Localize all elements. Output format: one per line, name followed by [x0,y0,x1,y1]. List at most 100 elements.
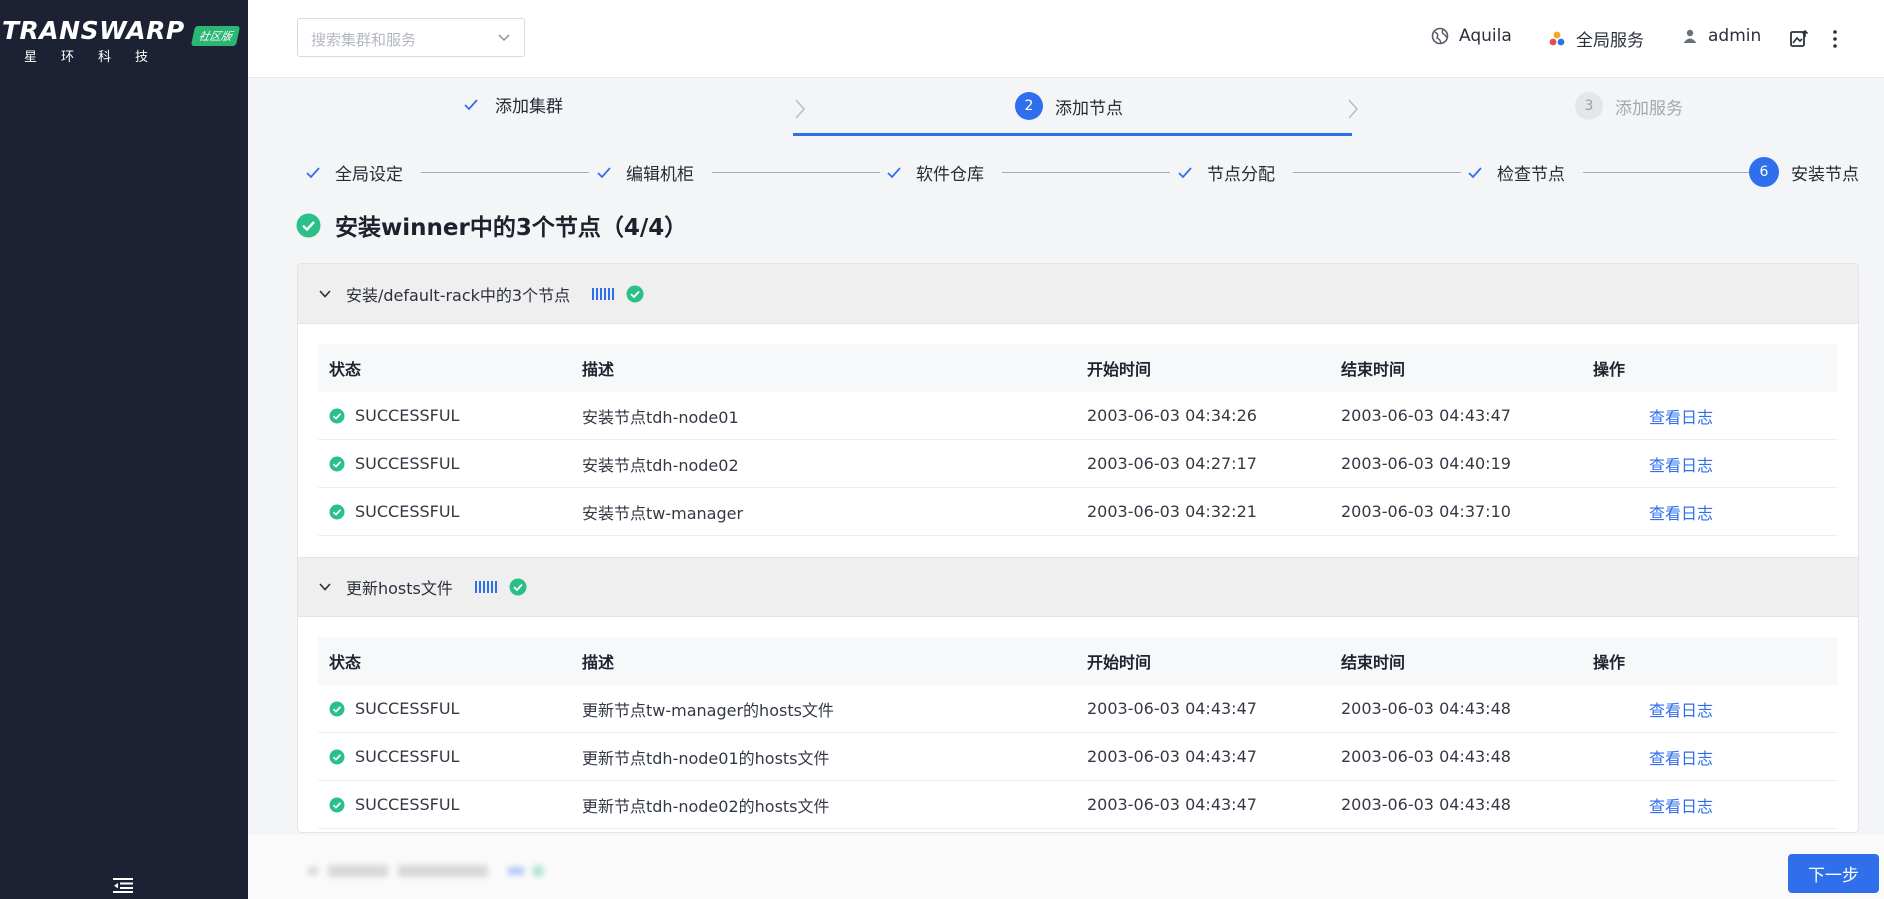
substep-edit-rack[interactable]: 编辑机柜 [596,160,694,185]
col-end: 结束时间 [1341,653,1406,672]
start-cell: 2003-06-03 04:32:21 [1087,502,1257,521]
col-desc: 描述 [582,653,615,672]
substep-label: 软件仓库 [916,165,984,185]
footer-bar: 下一步 [248,835,1884,899]
brand-cn: 星环科技 [24,50,173,65]
col-start: 开始时间 [1087,653,1152,672]
step-number: 2 [1015,92,1043,120]
main-steps: 添加集群 2 添加节点 3 添加服务 [248,78,1884,138]
globe-icon [1431,27,1449,45]
chevron-down-icon [319,289,331,298]
substep-software-repo[interactable]: 软件仓库 [886,160,984,185]
substep-connector [421,172,589,173]
group-title: 安装/default-rack中的3个节点 [346,285,571,305]
substep-check-nodes[interactable]: 检查节点 [1467,160,1565,185]
services-icon [1549,31,1565,45]
step-label: 添加集群 [495,97,563,117]
end-cell: 2003-06-03 04:43:47 [1341,406,1511,425]
substep-label: 安装节点 [1791,164,1859,185]
check-icon [597,166,611,178]
table-row: SUCCESSFUL 安装节点tdh-node02 2003-06-03 04:… [318,440,1838,488]
substep-label: 检查节点 [1497,165,1565,185]
more-vertical-icon[interactable] [1832,29,1838,49]
search-placeholder: 搜索集群和服务 [311,31,417,49]
step-number: 3 [1575,92,1603,120]
sidebar: TRANSWARP 社区版 星环科技 [0,0,248,899]
col-op: 操作 [1593,360,1626,379]
end-cell: 2003-06-03 04:43:48 [1341,747,1511,766]
chevron-down-icon [319,583,331,591]
start-cell: 2003-06-03 04:27:17 [1087,454,1257,473]
view-log-link[interactable]: 查看日志 [1593,749,1713,768]
substep-node-assign[interactable]: 节点分配 [1177,160,1275,185]
view-log-link[interactable]: 查看日志 [1593,408,1713,427]
user-icon [1683,29,1697,43]
success-check-icon [509,578,527,596]
task-panel: 安装/default-rack中的3个节点 状态 描述 开始时间 结束时间 操作… [297,263,1859,833]
global-services-link[interactable]: 全局服务 [1548,26,1644,51]
check-icon [1178,166,1192,178]
active-step-underline [793,133,1352,136]
global-services-label: 全局服务 [1576,31,1644,51]
col-status: 状态 [329,360,362,379]
group-title: 更新hosts文件 [346,579,453,598]
search-select[interactable]: 搜索集群和服务 [297,18,525,57]
substep-install-nodes[interactable]: 6 安装节点 [1749,157,1859,187]
table-row: SUCCESSFUL 更新节点tw-manager的hosts文件 2003-0… [318,685,1838,733]
faded-group-header [308,863,608,879]
progress-bars-icon [592,287,615,300]
substep-connector [712,172,880,173]
task-table: 状态 描述 开始时间 结束时间 操作 SUCCESSFUL 更新节点tw-man… [318,637,1838,829]
end-cell: 2003-06-03 04:40:19 [1341,454,1511,473]
group-header[interactable]: 安装/default-rack中的3个节点 [298,264,1858,324]
desc-cell: 更新节点tdh-node02的hosts文件 [582,796,830,816]
start-cell: 2003-06-03 04:43:47 [1087,795,1257,814]
step-add-nodes[interactable]: 2 添加节点 [1015,92,1123,120]
group-header[interactable]: 更新hosts文件 [298,557,1858,617]
substep-global-settings[interactable]: 全局设定 [305,160,403,185]
user-label: admin [1708,26,1762,46]
substep-number: 6 [1749,157,1779,187]
image-upload-icon[interactable] [1789,29,1809,49]
table-header: 状态 描述 开始时间 结束时间 操作 [318,344,1838,392]
view-log-link[interactable]: 查看日志 [1593,797,1713,816]
status-text: SUCCESSFUL [355,406,460,425]
check-icon [887,166,901,178]
table-header: 状态 描述 开始时间 结束时间 操作 [318,637,1838,685]
substep-label: 编辑机柜 [626,165,694,185]
page-title: 安装winner中的3个节点（4/4） [296,208,687,242]
view-log-link[interactable]: 查看日志 [1593,701,1713,720]
end-cell: 2003-06-03 04:43:48 [1341,699,1511,718]
table-row: SUCCESSFUL 更新节点tdh-node02的hosts文件 2003-0… [318,781,1838,829]
success-check-icon [626,285,644,302]
status-text: SUCCESSFUL [355,747,460,766]
step-add-cluster[interactable]: 添加集群 [463,92,563,117]
community-badge: 社区版 [190,26,241,46]
view-log-link[interactable]: 查看日志 [1593,456,1713,475]
col-op: 操作 [1593,653,1626,672]
desc-cell: 安装节点tdh-node02 [582,455,739,475]
next-button[interactable]: 下一步 [1788,854,1879,893]
col-start: 开始时间 [1087,360,1152,379]
step-add-services[interactable]: 3 添加服务 [1575,92,1683,120]
user-menu[interactable]: admin [1682,26,1761,46]
collapse-menu-icon[interactable] [113,877,133,893]
step-label: 添加服务 [1615,98,1683,119]
start-cell: 2003-06-03 04:43:47 [1087,699,1257,718]
brand-logo[interactable]: TRANSWARP 社区版 星环科技 [0,12,248,68]
start-cell: 2003-06-03 04:43:47 [1087,747,1257,766]
aquila-link[interactable]: Aquila [1431,26,1512,46]
step-check-icon [464,98,478,110]
aquila-label: Aquila [1459,26,1512,46]
chevron-right-icon [1348,99,1359,119]
view-log-link[interactable]: 查看日志 [1593,504,1713,523]
end-cell: 2003-06-03 04:43:48 [1341,795,1511,814]
sub-steps: 全局设定 编辑机柜 软件仓库 节点分配 检查节点 6 安装节点 [248,152,1884,192]
success-check-icon [329,408,345,423]
success-check-icon [329,749,345,764]
col-status: 状态 [329,653,362,672]
check-icon [1468,166,1482,178]
success-check-icon [329,701,345,716]
status-text: SUCCESSFUL [355,454,460,473]
desc-cell: 安装节点tdh-node01 [582,407,739,427]
